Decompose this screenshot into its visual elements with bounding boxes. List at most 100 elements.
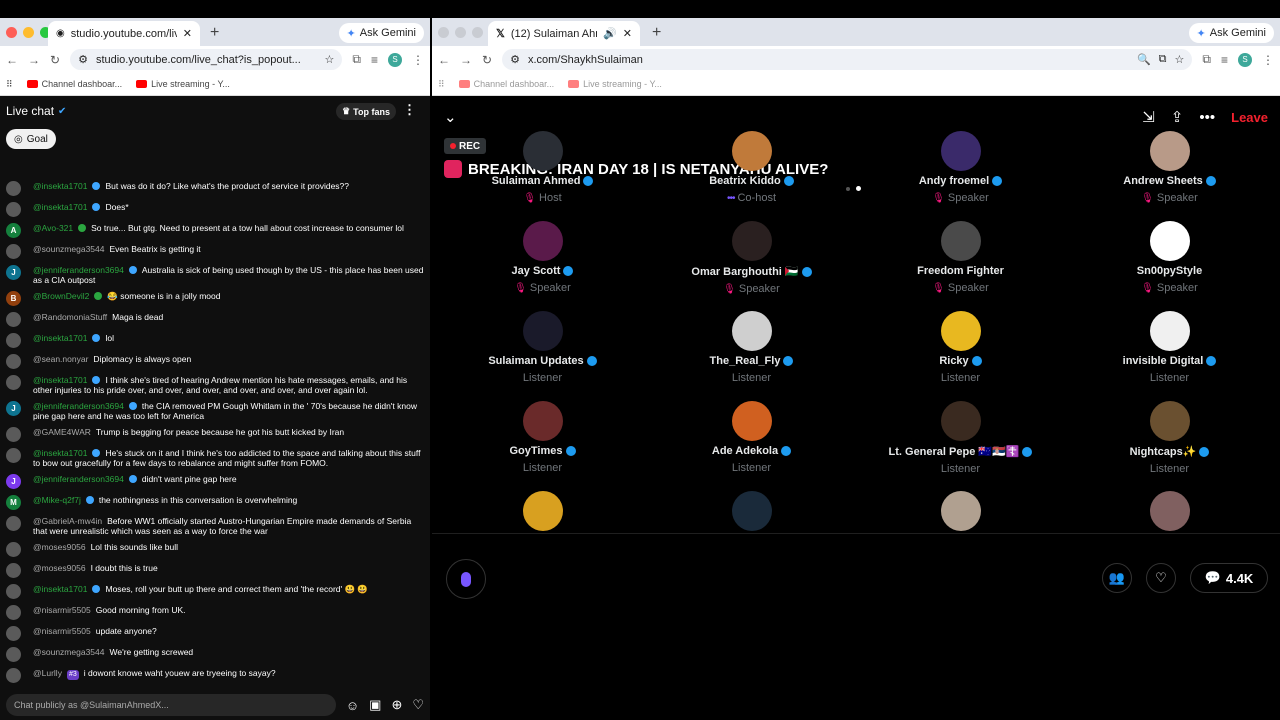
bookmark-star-icon[interactable]: ☆ [1175,53,1185,66]
chat-avatar[interactable] [6,354,21,369]
speaker-icon[interactable]: 🔊 [603,27,617,40]
ask-gemini-button[interactable]: ✦ Ask Gemini [338,23,424,43]
chat-avatar[interactable] [6,375,21,390]
collapse-chevron-icon[interactable]: ⌄ [444,108,457,126]
chat-message[interactable]: A @Avo-321 So true... But gtg. Need to pre… [0,220,430,241]
install-icon[interactable]: ⧉ [1159,53,1167,66]
minimize-window-button[interactable] [455,27,466,38]
chat-author[interactable]: @nisarmir5505 [33,626,91,636]
space-participant[interactable] [1065,491,1274,533]
bookmark-channel-dashboard[interactable]: Channel dashboar... [458,79,554,89]
chat-author[interactable]: @sean.nonyar [33,354,88,364]
participant-avatar[interactable] [1149,491,1190,531]
space-participant[interactable]: Omar Barghouthi 🇵🇸 🎙 Speaker [647,221,856,311]
chat-message[interactable]: @nisarmir5505 update anyone? [0,623,430,644]
space-participant[interactable] [438,491,647,533]
chat-message[interactable]: @GabrielA-mw4in Before WW1 officially sta… [0,513,430,539]
bookmark-live-streaming[interactable]: Live streaming - Y... [136,79,230,89]
microphone-button[interactable] [446,559,486,599]
participant-avatar[interactable] [731,401,772,441]
participant-avatar[interactable] [731,221,772,261]
chat-avatar[interactable] [6,516,21,531]
chat-message[interactable]: @moses9056 Lol this sounds like bull [0,539,430,560]
reload-icon[interactable]: ↻ [482,53,492,67]
chat-message[interactable]: J @jenniferanderson3694 the CIA removed PM… [0,398,430,424]
chat-message[interactable]: @insekta1701 But was do it do? Like what'… [0,178,430,199]
participant-avatar[interactable] [1149,401,1190,441]
participant-avatar[interactable] [522,311,563,351]
site-info-icon[interactable]: ⚙ [78,53,88,66]
chat-author[interactable]: @insekta1701 [33,333,87,343]
chat-avatar[interactable]: J [6,401,21,416]
chat-author[interactable]: @nisarmir5505 [33,605,91,615]
participant-avatar[interactable] [1149,131,1190,171]
chat-message[interactable]: J @jenniferanderson3694 Australia is sick … [0,262,430,288]
chat-avatar[interactable] [6,668,21,683]
cast-icon[interactable]: ⧉ [352,52,361,67]
close-tab-icon[interactable]: ✕ [623,27,632,40]
chat-avatar[interactable] [6,605,21,620]
chat-avatar[interactable] [6,647,21,662]
chat-message[interactable]: @sean.nonyar Diplomacy is always open [0,351,430,372]
new-tab-button[interactable]: + [652,24,661,42]
chat-message[interactable]: @sounzmega3544 Even Beatrix is getting it [0,241,430,262]
back-icon[interactable]: ← [438,53,450,67]
bookmark-channel-dashboard[interactable]: Channel dashboar... [26,79,122,89]
apps-grid-icon[interactable]: ⠿ [438,79,445,90]
chat-author[interactable]: @GAME4WAR [33,427,91,437]
close-window-button[interactable] [6,27,17,38]
chat-message[interactable]: M @Mike-q2f7j the nothingness in this conv… [0,492,430,513]
chat-author[interactable]: @jenniferanderson3694 [33,474,124,484]
participant-avatar[interactable] [522,491,563,531]
participant-avatar[interactable] [940,221,981,261]
extensions-icon[interactable]: ≡ [1221,53,1228,67]
address-bar[interactable]: ⚙ x.com/ShaykhSulaiman 🔍 ⧉ ☆ [502,49,1193,70]
space-participant[interactable]: Freedom Fighter 🎙 Speaker [856,221,1065,311]
chat-message[interactable]: @sounzmega3544 We're getting screwed [0,644,430,665]
bookmark-live-streaming[interactable]: Live streaming - Y... [568,79,662,89]
chat-author[interactable]: @insekta1701 [33,448,87,458]
chat-author[interactable]: @sounzmega3544 [33,647,104,657]
chat-avatar[interactable] [6,427,21,442]
tab-x-profile[interactable]: 𝕏 (12) Sulaiman Ahmed (@S 🔊 ✕ [488,21,640,46]
chat-avatar[interactable] [6,626,21,641]
chat-avatar[interactable] [6,333,21,348]
chat-author[interactable]: @Avo-321 [33,223,73,233]
chat-message[interactable]: @insekta1701 He's stuck on it and I think… [0,445,430,471]
chat-author[interactable]: @insekta1701 [33,181,87,191]
chat-message[interactable]: B @BrownDevil2 😂 someone is in a jolly moo… [0,288,430,309]
space-participant[interactable] [856,491,1065,533]
close-window-button[interactable] [438,27,449,38]
participant-avatar[interactable] [731,491,772,531]
site-info-icon[interactable]: ⚙ [510,53,520,66]
chat-avatar[interactable] [6,181,21,196]
chat-avatar[interactable] [6,563,21,578]
chat-author[interactable]: @moses9056 [33,563,86,573]
space-participant[interactable]: Sulaiman Ahmed 🎙 Host [438,131,647,221]
space-participant[interactable]: Lt. General Pepe 🇦🇺🇷🇸☦️ Listener [856,401,1065,491]
participant-avatar[interactable] [522,401,563,441]
participant-avatar[interactable] [1149,311,1190,351]
add-icon[interactable]: ⊕ [391,697,402,713]
chat-author[interactable]: @RandomoniaStuff [33,312,107,322]
dock-icon[interactable]: ⇲ [1142,108,1155,126]
chat-menu-icon[interactable]: ⋮ [403,102,416,118]
chat-avatar[interactable] [6,202,21,217]
people-icon[interactable]: 👥 [1102,563,1132,593]
chat-message[interactable]: @GAME4WAR Trump is begging for peace beca… [0,424,430,445]
address-bar[interactable]: ⚙ studio.youtube.com/live_chat?is_popout… [70,49,343,70]
apps-grid-icon[interactable]: ⠿ [6,79,13,90]
tab-youtube-live-chat[interactable]: ◉ studio.youtube.com/live_chat ✕ [48,21,200,46]
chat-author[interactable]: @moses9056 [33,542,86,552]
goal-chip[interactable]: ◎ Goal [6,129,56,149]
chat-author[interactable]: @BrownDevil2 [33,291,89,301]
extensions-icon[interactable]: ≡ [371,53,378,67]
chat-author[interactable]: @insekta1701 [33,202,87,212]
chat-message[interactable]: @insekta1701 Moses, roll your butt up the… [0,581,430,602]
chat-author[interactable]: @jenniferanderson3694 [33,265,124,275]
space-participant[interactable]: Nightcaps✨ Listener [1065,401,1274,491]
super-chat-icon[interactable]: ▣ [369,697,381,713]
chat-message[interactable]: @Lurlly #3 i dowont knowe waht youew are t… [0,665,430,686]
profile-avatar[interactable]: S [388,52,402,67]
chat-input[interactable]: Chat publicly as @SulaimanAhmedX... [6,694,336,716]
